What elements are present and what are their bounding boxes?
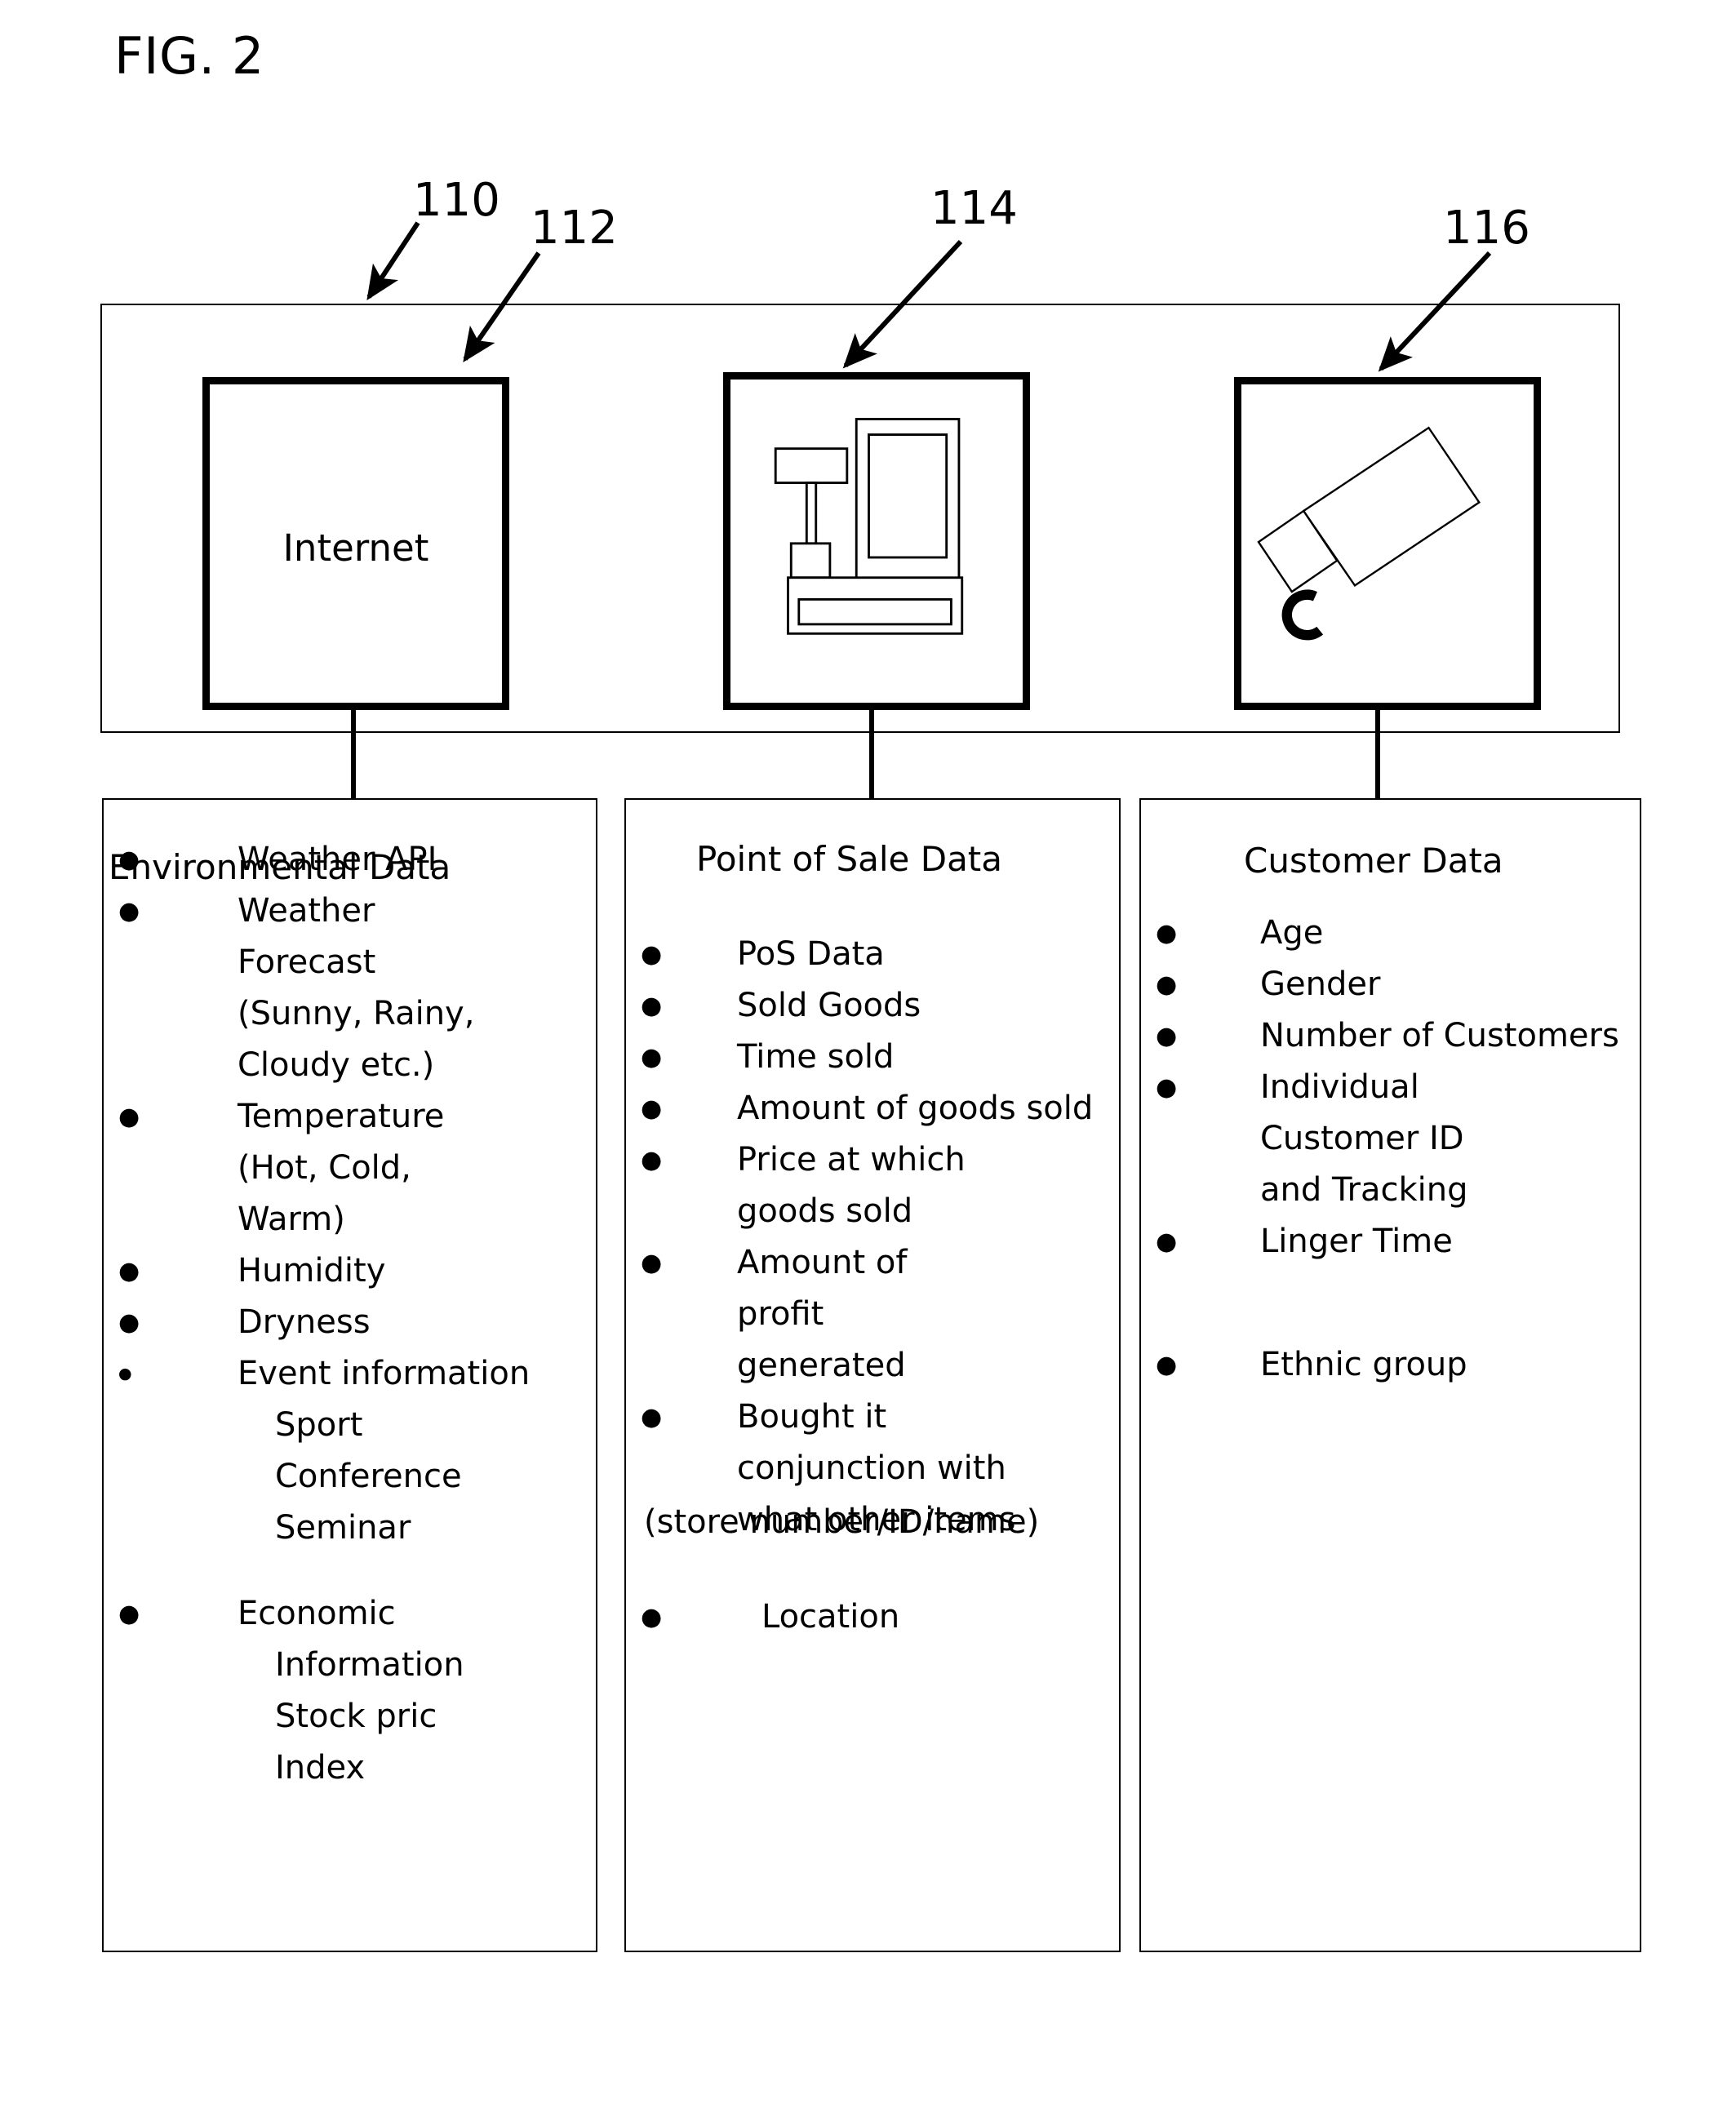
- list-item: Amount of profit generated: [626, 1237, 982, 1392]
- list-item: Event information Sport Conference Semin…: [104, 1348, 599, 1554]
- point-of-sale-source-box[interactable]: [723, 372, 1030, 710]
- list-item: Age: [1141, 908, 1663, 959]
- list-item: Dryness: [104, 1297, 599, 1348]
- list-item: Temperature (Hot, Cold, Warm): [104, 1091, 479, 1245]
- point-of-sale-data-box: Point of Sale Data PoS Data Sold Goods T…: [624, 798, 1121, 1952]
- sub-list-item: Sport: [275, 1406, 363, 1444]
- point-of-sale-data-heading: Point of Sale Data: [696, 839, 1003, 879]
- list-item: Amount of goods sold: [626, 1083, 1145, 1134]
- list-item: Weather API: [104, 834, 599, 886]
- sub-list-item: Stock pric: [275, 1698, 437, 1735]
- list-item: PoS Data: [626, 929, 1145, 980]
- cash-register-icon: [774, 418, 964, 635]
- list-item-label: Event information: [238, 1355, 531, 1392]
- sub-list-item: Information: [275, 1646, 464, 1684]
- list-item: Humidity: [104, 1245, 599, 1297]
- camera-source-box[interactable]: [1234, 377, 1541, 710]
- location-footnote: (store number/ID/name): [644, 1503, 1040, 1541]
- figure-page: FIG. 2 110 112 114 116 Internet Environm…: [0, 0, 1736, 2113]
- list-item: Individual Customer ID and Tracking: [1141, 1062, 1530, 1216]
- environmental-data-list: Weather API Weather Forecast (Sunny, Rai…: [104, 834, 599, 1794]
- sub-list: Sport Conference Seminar: [238, 1400, 599, 1554]
- list-item: Economic Information Stock pric Index: [104, 1588, 599, 1794]
- sub-list-item: Seminar: [275, 1509, 411, 1547]
- reference-numeral-110: 110: [413, 174, 500, 227]
- reference-numeral-112: 112: [531, 202, 618, 255]
- lead-line-110: [366, 221, 420, 301]
- list-item-label: Economic: [238, 1595, 396, 1632]
- reference-numeral-116: 116: [1443, 202, 1530, 255]
- sub-list: Information Stock pric Index: [238, 1640, 599, 1794]
- list-item: Weather Forecast (Sunny, Rainy, Cloudy e…: [104, 886, 507, 1091]
- security-camera-icon: [1257, 426, 1481, 641]
- environmental-data-box: Environmental Data Weather API Weather F…: [102, 798, 597, 1952]
- internet-label: Internet: [282, 526, 429, 570]
- sub-list-item: Index: [275, 1749, 366, 1787]
- customer-data-list: Age Gender Number of Customers Individua…: [1141, 908, 1663, 1391]
- figure-title: FIG. 2: [114, 26, 264, 86]
- list-item: Gender: [1141, 959, 1663, 1010]
- customer-data-heading: Customer Data: [1244, 841, 1503, 881]
- list-item: Number of Customers: [1141, 1010, 1663, 1062]
- list-item: Price at which goods sold: [626, 1134, 1006, 1237]
- list-item: Linger Time: [1141, 1216, 1663, 1267]
- internet-source-box[interactable]: Internet: [202, 377, 509, 710]
- list-item: Location: [626, 1591, 1145, 1643]
- customer-data-box: Customer Data Age Gender Number of Custo…: [1139, 798, 1641, 1952]
- list-item: Sold Goods: [626, 980, 1145, 1032]
- list-item: Ethnic group: [1141, 1339, 1663, 1391]
- reference-numeral-114: 114: [930, 182, 1018, 235]
- list-item: Time sold: [626, 1032, 1145, 1083]
- sub-list-item: Conference: [275, 1458, 462, 1495]
